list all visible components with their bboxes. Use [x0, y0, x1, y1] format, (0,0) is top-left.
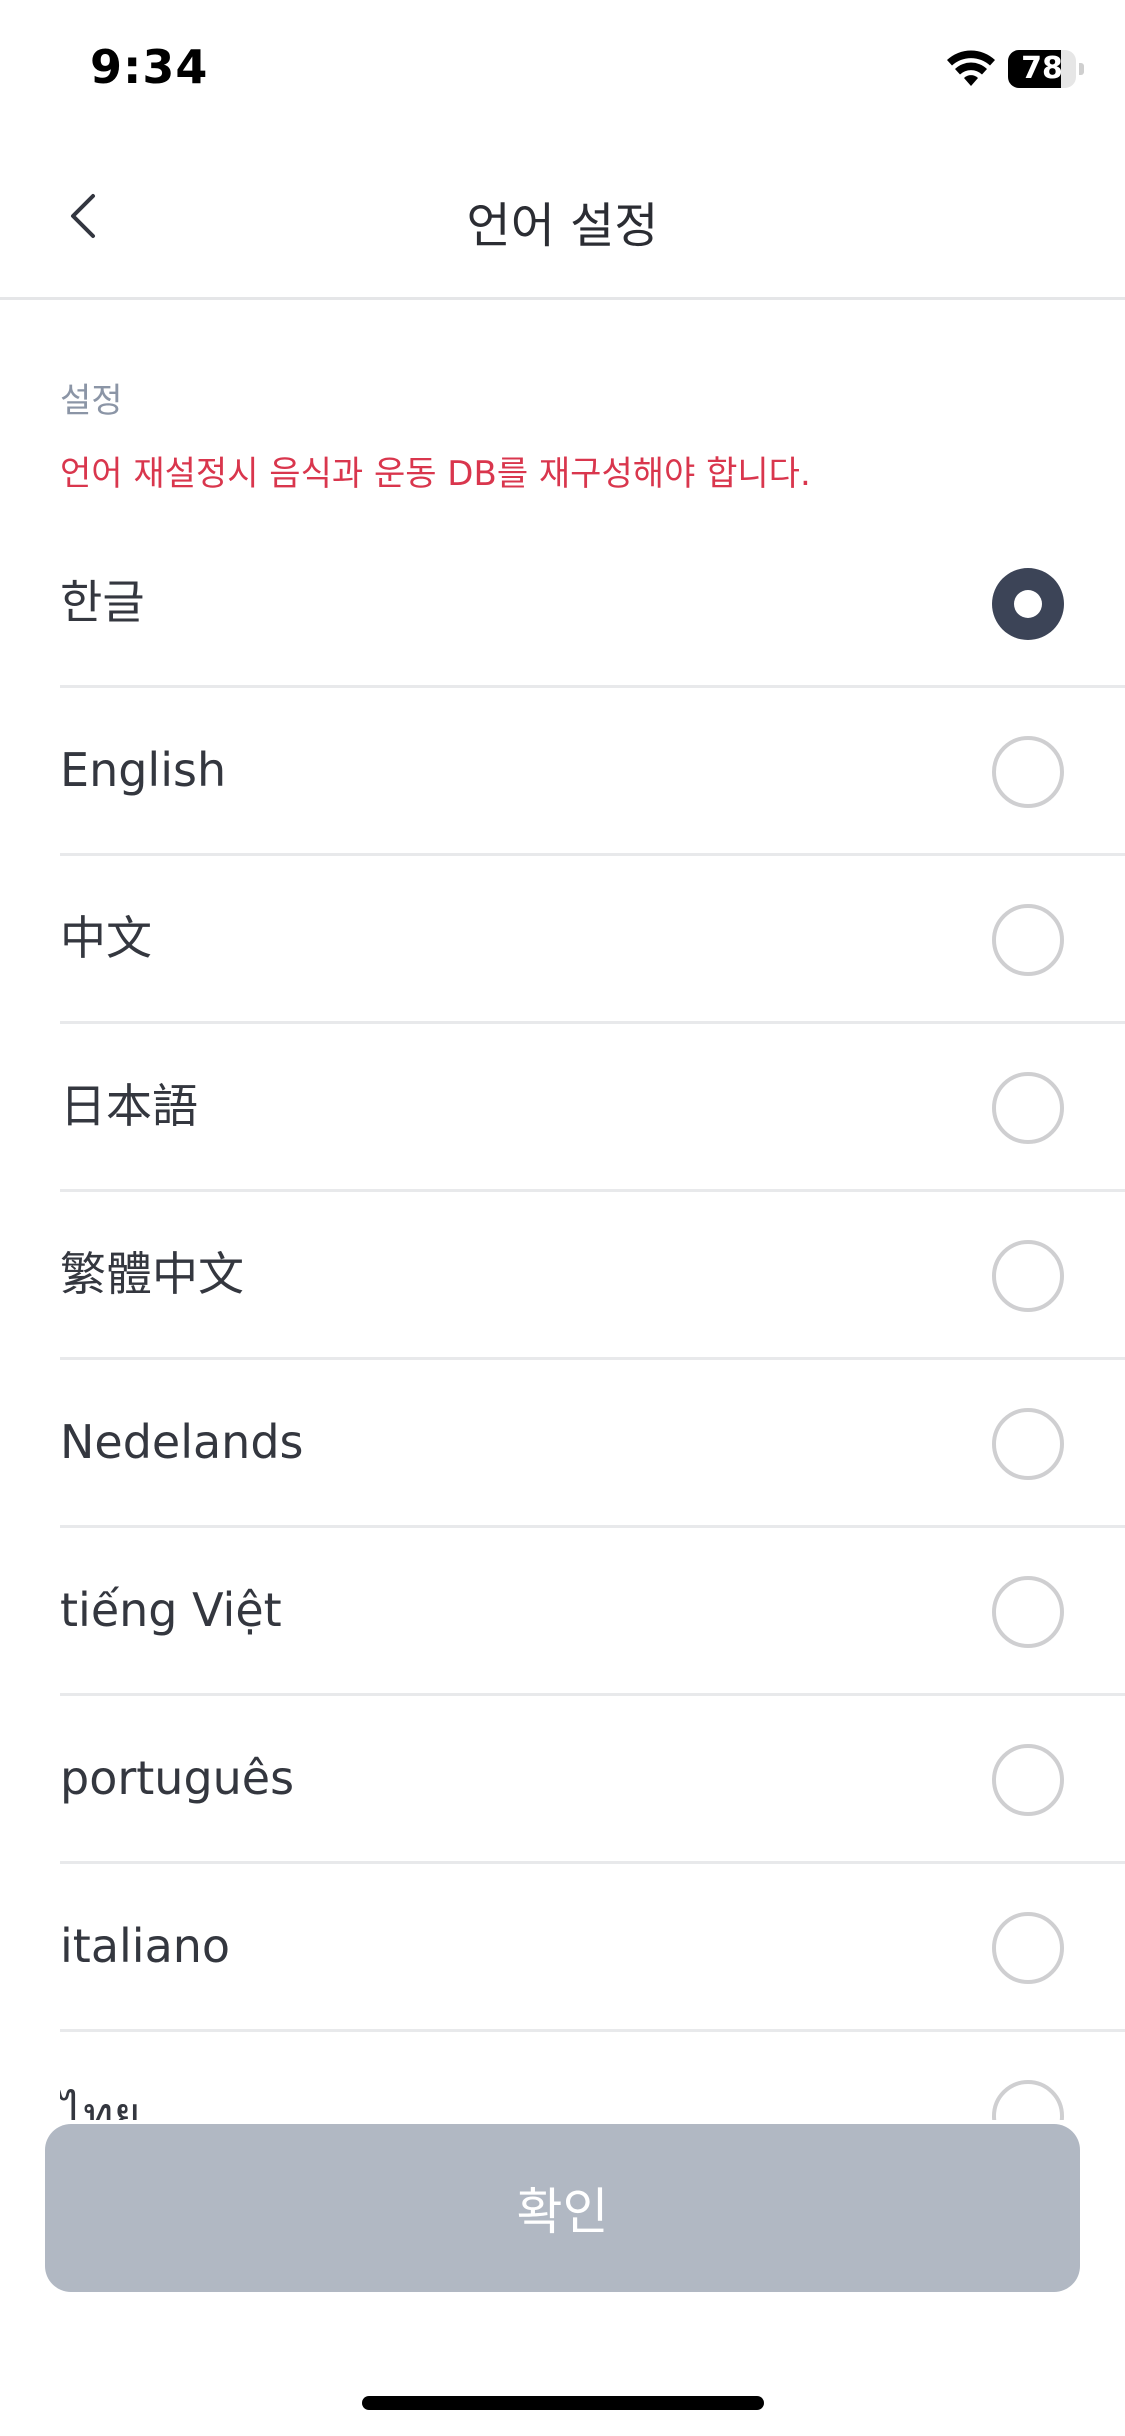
radio-unchecked-icon[interactable] — [992, 2080, 1064, 2120]
language-option[interactable]: 한글 — [60, 520, 1125, 688]
status-time: 9:34 — [90, 40, 209, 94]
language-option[interactable]: ไทย — [60, 2032, 1125, 2120]
status-bar: 9:34 78 — [0, 0, 1125, 132]
language-option[interactable]: tiếng Việt — [60, 1528, 1125, 1696]
radio-checked-icon[interactable] — [992, 568, 1064, 640]
language-label: 日本語 — [60, 1079, 198, 1133]
radio-unchecked-icon[interactable] — [992, 1240, 1064, 1312]
warning-text: 언어 재설정시 음식과 운동 DB를 재구성해야 합니다. — [60, 454, 811, 494]
nav-header: 언어 설정 — [0, 132, 1125, 300]
language-label: Nedelands — [60, 1415, 304, 1469]
language-label: tiếng Việt — [60, 1583, 282, 1637]
page-title: 언어 설정 — [466, 198, 659, 254]
language-label: 한글 — [60, 575, 145, 629]
confirm-button[interactable]: 확인 — [45, 2124, 1080, 2292]
language-option[interactable]: 繁體中文 — [60, 1192, 1125, 1360]
wifi-icon — [947, 50, 995, 86]
battery-percent: 78 — [1021, 51, 1063, 86]
radio-unchecked-icon[interactable] — [992, 736, 1064, 808]
language-label: ไทย — [60, 2087, 141, 2120]
language-option[interactable]: português — [60, 1696, 1125, 1864]
battery-icon: 78 — [1008, 50, 1084, 88]
language-label: português — [60, 1751, 295, 1805]
radio-unchecked-icon[interactable] — [992, 904, 1064, 976]
language-option[interactable]: English — [60, 688, 1125, 856]
radio-unchecked-icon[interactable] — [992, 1744, 1064, 1816]
language-option[interactable]: 中文 — [60, 856, 1125, 1024]
language-list: 한글 English 中文日本語繁體中文 Nedelands tiếng Việt por… — [60, 520, 1125, 2120]
language-label: italiano — [60, 1919, 231, 1973]
language-option[interactable]: italiano — [60, 1864, 1125, 2032]
radio-unchecked-icon[interactable] — [992, 1912, 1064, 1984]
language-label: 繁體中文 — [60, 1247, 244, 1301]
language-option[interactable]: 日本語 — [60, 1024, 1125, 1192]
language-option[interactable]: Nedelands — [60, 1360, 1125, 1528]
language-label: 中文 — [60, 911, 152, 965]
radio-unchecked-icon[interactable] — [992, 1408, 1064, 1480]
radio-unchecked-icon[interactable] — [992, 1072, 1064, 1144]
home-indicator — [362, 2396, 764, 2410]
section-label: 설정 — [60, 381, 123, 421]
language-label: English — [60, 743, 227, 797]
radio-unchecked-icon[interactable] — [992, 1576, 1064, 1648]
